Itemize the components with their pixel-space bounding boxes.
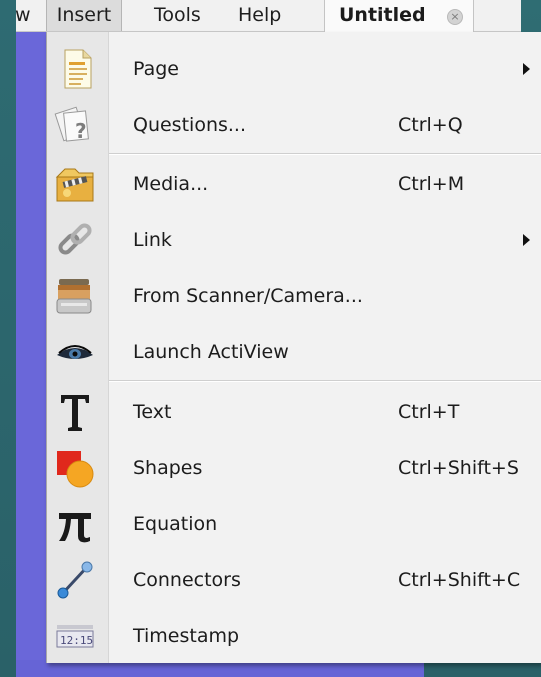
menu-item-scanner[interactable]: From Scanner/Camera...: [47, 268, 541, 324]
menu-item-actiview[interactable]: Launch ActiView: [47, 324, 541, 380]
svg-text:?: ?: [75, 119, 87, 143]
media-icon: [53, 163, 97, 205]
menu-help-label: Help: [238, 4, 282, 26]
connector-icon: [53, 559, 97, 601]
questions-icon: ?: [53, 104, 97, 146]
menu-item-link[interactable]: Link: [47, 212, 541, 268]
menu-item-label: Questions...: [133, 114, 246, 136]
menu-item-label: Link: [133, 229, 172, 251]
menu-item-label: Timestamp: [133, 625, 240, 647]
menu-item-shortcut: Ctrl+T: [398, 401, 460, 423]
menu-tools[interactable]: Tools: [154, 0, 214, 31]
menu-item-shortcut: Ctrl+Shift+S: [398, 457, 519, 479]
tab-document-label: Untitled: [339, 4, 426, 26]
menu-insert[interactable]: Insert: [46, 0, 122, 31]
page-icon: [53, 48, 97, 90]
shapes-icon: [53, 447, 97, 489]
menu-help[interactable]: Help: [238, 0, 298, 31]
menu-item-shortcut: Ctrl+Shift+C: [398, 569, 521, 591]
menu-item-label: Launch ActiView: [133, 341, 289, 363]
menu-item-label: Equation: [133, 513, 218, 535]
menu-item-timestamp[interactable]: 12:15 Timestamp: [47, 608, 541, 664]
eye-icon: [53, 331, 97, 373]
insert-menu-dropdown: Page ? Questions... Ctrl+Q Media... Ctrl…: [46, 32, 541, 663]
menu-item-label: Media...: [133, 173, 209, 195]
menu-item-questions[interactable]: ? Questions... Ctrl+Q: [47, 97, 541, 153]
scanner-icon: [53, 275, 97, 317]
menu-item-label: Text: [133, 401, 172, 423]
menu-separator: [109, 380, 541, 382]
menu-insert-label: Insert: [56, 4, 112, 26]
menu-item-page[interactable]: Page: [47, 41, 541, 97]
link-icon: [53, 219, 97, 261]
text-icon: [53, 391, 97, 433]
menu-item-text[interactable]: Text Ctrl+T: [47, 384, 541, 440]
menu-item-shortcut: Ctrl+Q: [398, 114, 463, 136]
submenu-arrow-icon: [523, 63, 530, 75]
timestamp-icon: 12:15: [53, 615, 97, 657]
menu-item-label: Connectors: [133, 569, 241, 591]
menu-item-equation[interactable]: Equation: [47, 496, 541, 552]
desktop-background-left: [0, 0, 16, 677]
menu-item-label: Shapes: [133, 457, 203, 479]
pi-icon: [53, 503, 97, 545]
menu-item-media[interactable]: Media... Ctrl+M: [47, 156, 541, 212]
close-tab-icon[interactable]: ×: [447, 9, 463, 25]
flipchart-canvas-edge: [16, 30, 46, 662]
menu-item-label: Page: [133, 58, 179, 80]
menu-tools-label: Tools: [154, 4, 201, 26]
menu-item-connectors[interactable]: Connectors Ctrl+Shift+C: [47, 552, 541, 608]
menu-view[interactable]: w: [15, 0, 43, 31]
menu-item-label: From Scanner/Camera...: [133, 285, 363, 307]
menu-separator: [109, 153, 541, 155]
menu-item-shortcut: Ctrl+M: [398, 173, 465, 195]
timestamp-icon-text: 12:15: [60, 634, 93, 647]
menu-item-shapes[interactable]: Shapes Ctrl+Shift+S: [47, 440, 541, 496]
menu-view-label: w: [15, 4, 31, 26]
menu-bar: w Insert Tools Help Untitled ×: [15, 0, 521, 32]
submenu-arrow-icon: [523, 234, 530, 246]
tab-document[interactable]: Untitled ×: [324, 0, 474, 32]
